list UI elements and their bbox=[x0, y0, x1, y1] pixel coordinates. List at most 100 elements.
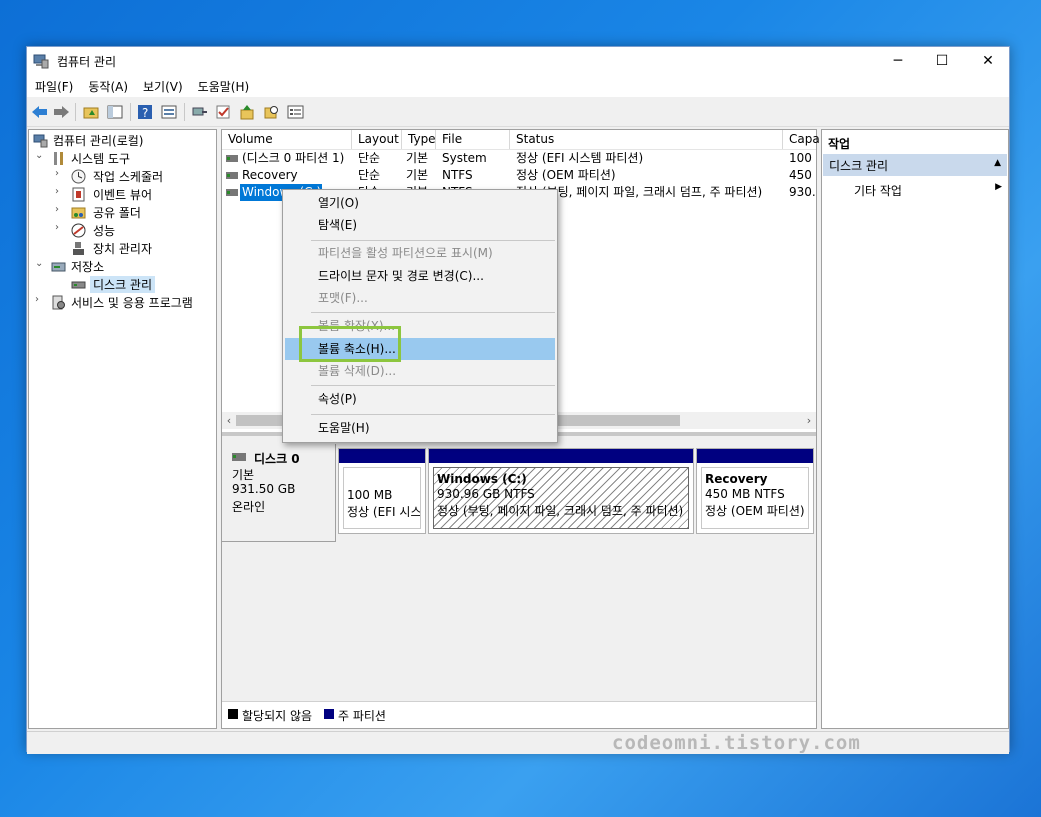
volume-row[interactable]: (디스크 0 파티션 1) 단순 기본 정상 (EFI 시스템 파티션) 100… bbox=[222, 150, 816, 167]
scroll-left-icon[interactable]: ‹ bbox=[222, 412, 236, 429]
menu-item-help[interactable]: 도움말(H) bbox=[285, 417, 555, 439]
action-more-actions[interactable]: 기타 작업 bbox=[854, 182, 902, 199]
clock-icon bbox=[71, 169, 86, 184]
partition-body: Recovery 450 MB NTFS 정상 (OEM 파티션) bbox=[701, 467, 809, 529]
tree-label-shared-folders: 공유 폴더 bbox=[93, 206, 141, 220]
partition-size: 450 MB NTFS bbox=[705, 487, 785, 501]
chevron-right-icon[interactable]: › bbox=[55, 186, 65, 197]
chevron-right-icon[interactable]: › bbox=[55, 222, 65, 233]
disk-icon bbox=[71, 281, 86, 289]
close-button[interactable]: ✕ bbox=[965, 47, 1011, 75]
actions-section[interactable]: 디스크 관리 ▲ bbox=[823, 154, 1007, 176]
column-status[interactable]: Status bbox=[510, 130, 783, 149]
menu-item-open[interactable]: 열기(O) bbox=[285, 192, 555, 214]
back-arrow-icon[interactable] bbox=[31, 104, 48, 120]
partition-recovery[interactable]: Recovery 450 MB NTFS 정상 (OEM 파티션) bbox=[696, 448, 814, 534]
actions-title: 작업 bbox=[828, 137, 851, 151]
disk-layout-pane: 디스크 0 기본 931.50 GB 온라인 100 MB 정상 (EFI 시스… bbox=[222, 436, 816, 726]
menu-item-delete-volume: 볼륨 삭제(D)... bbox=[318, 364, 397, 378]
tree-label-event-viewer: 이벤트 뷰어 bbox=[93, 188, 153, 202]
volume-row[interactable]: Recovery 단순 기본 NTFS 정상 (OEM 파티션) 450 I bbox=[222, 167, 816, 184]
partition-body: 100 MB 정상 (EFI 시스 bbox=[343, 467, 421, 529]
toolbar: ? bbox=[27, 98, 1009, 127]
scroll-right-icon[interactable]: › bbox=[802, 412, 816, 429]
folder-up-icon[interactable] bbox=[83, 104, 100, 120]
chevron-right-icon[interactable]: › bbox=[55, 204, 65, 215]
actions-section-label: 디스크 관리 bbox=[829, 159, 889, 173]
cell-type: 기본 bbox=[406, 151, 429, 165]
computer-management-icon bbox=[33, 134, 48, 148]
partition-size: 100 MB bbox=[347, 488, 393, 502]
device-manager-icon bbox=[73, 242, 84, 255]
details-icon[interactable] bbox=[287, 104, 304, 120]
chevron-down-icon[interactable]: ⌄ bbox=[35, 150, 45, 161]
menu-item-explore[interactable]: 탐색(E) bbox=[285, 214, 555, 236]
legend: 할당되지 않음 주 파티션 bbox=[222, 701, 816, 726]
column-type[interactable]: Type bbox=[402, 130, 436, 149]
chevron-right-icon[interactable]: › bbox=[35, 294, 45, 305]
partition-size: 930.96 GB NTFS bbox=[437, 487, 535, 501]
disk-info[interactable]: 디스크 0 기본 931.50 GB 온라인 bbox=[222, 444, 336, 542]
computer-management-icon bbox=[33, 54, 49, 69]
export-icon[interactable] bbox=[239, 104, 256, 120]
show-hide-tree-icon[interactable] bbox=[107, 104, 124, 120]
partition-label: Windows (C:) bbox=[437, 472, 527, 486]
cell-fs: NTFS bbox=[442, 168, 473, 182]
window-title: 컴퓨터 관리 bbox=[57, 55, 117, 69]
menu-item-properties[interactable]: 속성(P) bbox=[285, 388, 555, 410]
partition-bar bbox=[339, 449, 425, 463]
menu-item-format: 포맷(F)... bbox=[318, 291, 368, 305]
column-file-system[interactable]: File System bbox=[436, 130, 510, 165]
tree-label-storage: 저장소 bbox=[71, 260, 105, 274]
menu-file[interactable]: 파일(F) bbox=[27, 75, 80, 95]
maximize-button[interactable]: ☐ bbox=[919, 47, 965, 75]
chevron-down-icon[interactable]: ⌄ bbox=[35, 258, 45, 269]
connect-icon[interactable] bbox=[191, 104, 208, 120]
cell-volume: Recovery bbox=[242, 168, 298, 182]
disk-size: 931.50 GB bbox=[232, 482, 296, 496]
tree-label-system-tools: 시스템 도구 bbox=[71, 152, 131, 166]
disk-state: 온라인 bbox=[232, 500, 266, 514]
tree-label-device-manager: 장치 관리자 bbox=[93, 242, 153, 256]
cell-capacity: 100 I bbox=[789, 151, 816, 165]
chevron-right-icon[interactable]: › bbox=[55, 168, 65, 179]
cell-capacity: 450 I bbox=[789, 168, 816, 182]
legend-swatch-unallocated bbox=[228, 709, 238, 719]
column-layout[interactable]: Layout bbox=[352, 130, 402, 149]
partition-efi[interactable]: 100 MB 정상 (EFI 시스 bbox=[338, 448, 426, 534]
menu-view[interactable]: 보기(V) bbox=[135, 75, 190, 95]
partition-body: Windows (C:) 930.96 GB NTFS 정상 (부팅, 페이지 … bbox=[433, 467, 689, 529]
partition-label: Recovery bbox=[705, 472, 768, 486]
collapse-up-icon[interactable]: ▲ bbox=[994, 158, 1001, 168]
storage-icon bbox=[51, 262, 66, 272]
forward-arrow-icon[interactable] bbox=[53, 104, 70, 120]
menu-help[interactable]: 도움말(H) bbox=[190, 75, 257, 95]
title-bar[interactable]: 컴퓨터 관리 ─ ☐ ✕ bbox=[27, 47, 1009, 75]
minimize-button[interactable]: ─ bbox=[875, 47, 921, 75]
check-icon[interactable] bbox=[215, 104, 232, 120]
performance-icon bbox=[71, 223, 86, 238]
partition-status: 정상 (OEM 파티션) bbox=[705, 504, 805, 518]
partition-bar bbox=[697, 449, 813, 463]
column-volume[interactable]: Volume bbox=[222, 130, 352, 149]
cell-layout: 단순 bbox=[358, 151, 381, 165]
menu-item-change-drive-letter[interactable]: 드라이브 문자 및 경로 변경(C)... bbox=[285, 265, 555, 287]
partition-windows[interactable]: Windows (C:) 930.96 GB NTFS 정상 (부팅, 페이지 … bbox=[428, 448, 694, 534]
disk-type: 기본 bbox=[232, 468, 255, 482]
disk-name: 디스크 0 bbox=[254, 452, 300, 466]
cell-status: 정상 (OEM 파티션) bbox=[516, 168, 616, 182]
search-icon[interactable] bbox=[263, 104, 280, 120]
menu-bar: 파일(F) 동작(A) 보기(V) 도움말(H) bbox=[27, 75, 1009, 97]
legend-label-primary: 주 파티션 bbox=[338, 709, 386, 723]
shared-folder-icon bbox=[71, 207, 86, 219]
help-icon[interactable]: ? bbox=[137, 104, 154, 120]
tree-label-root: 컴퓨터 관리(로컬) bbox=[53, 134, 144, 148]
menu-separator bbox=[311, 385, 555, 386]
properties-icon[interactable] bbox=[161, 104, 178, 120]
menu-action[interactable]: 동작(A) bbox=[80, 75, 135, 95]
legend-label-unallocated: 할당되지 않음 bbox=[242, 709, 313, 723]
cell-volume: (디스크 0 파티션 1) bbox=[242, 151, 345, 165]
watermark: codeomni.tistory.com bbox=[612, 732, 861, 754]
navigation-tree: 컴퓨터 관리(로컬) ⌄ 시스템 도구 › 작업 스케줄러 › 이벤트 뷰어 ›… bbox=[28, 129, 217, 729]
column-capacity[interactable]: Capa bbox=[783, 130, 820, 149]
